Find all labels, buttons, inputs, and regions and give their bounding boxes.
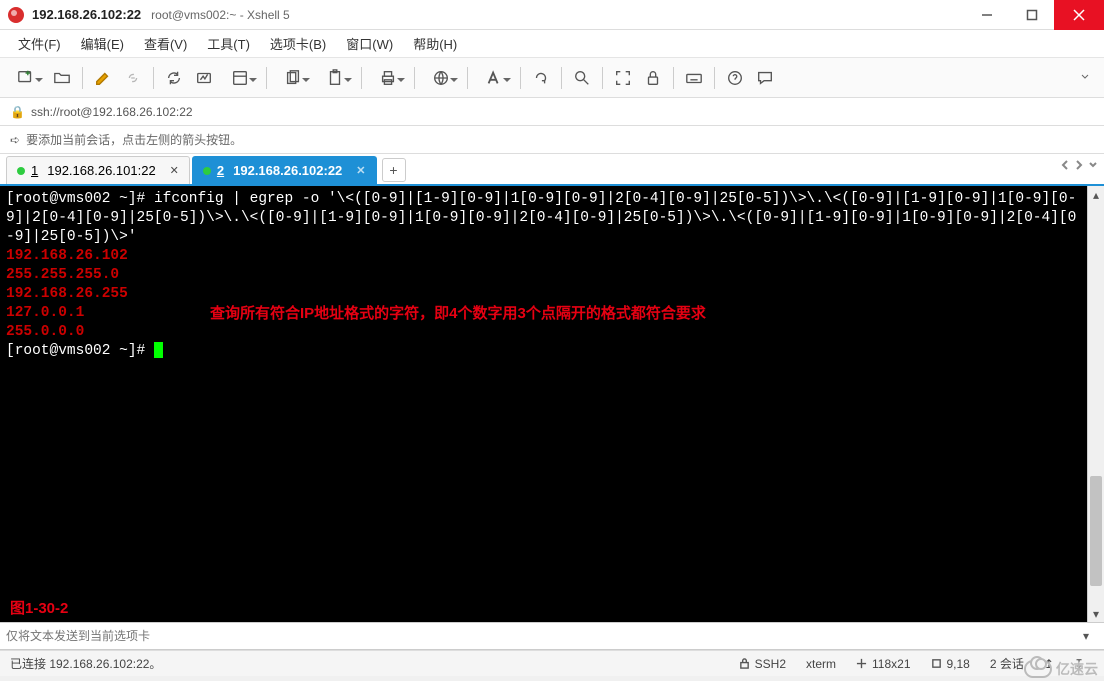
output-line: 127.0.0.1 [6, 305, 84, 321]
window-title-suffix: root@vms002:~ - Xshell 5 [151, 8, 290, 22]
menu-tools[interactable]: 工具(T) [197, 30, 260, 57]
send-input[interactable] [6, 629, 1074, 643]
tab-label: 192.168.26.102:22 [233, 163, 342, 178]
close-button[interactable] [1054, 0, 1104, 30]
cloud-icon [1024, 660, 1052, 678]
lock-icon: 🔒 [10, 105, 25, 119]
open-button[interactable] [48, 64, 76, 92]
menu-edit[interactable]: 编辑(E) [71, 30, 134, 57]
tab-label: 192.168.26.101:22 [47, 163, 155, 178]
window-title-ip: 192.168.26.102:22 [32, 7, 141, 22]
copy-button[interactable] [273, 64, 313, 92]
edit-button[interactable] [89, 64, 117, 92]
hint-text: 要添加当前会话，点击左侧的箭头按钮。 [26, 131, 242, 148]
cursor [154, 342, 163, 358]
annotation-text: 查询所有符合IP地址格式的字符，即4个数字用3个点隔开的格式都符合要求 [210, 304, 706, 323]
scrollbar[interactable]: ▴ ▾ [1087, 186, 1104, 622]
menu-view[interactable]: 查看(V) [134, 30, 197, 57]
status-connection: 已连接 192.168.26.102:22。 [10, 655, 161, 672]
close-tab-icon[interactable]: ✕ [356, 164, 365, 177]
disconnect-button[interactable] [190, 64, 218, 92]
tab-nav [1060, 160, 1098, 170]
output-line: 255.0.0.0 [6, 324, 84, 340]
menu-file[interactable]: 文件(F) [8, 30, 71, 57]
find-button[interactable] [568, 64, 596, 92]
terminal-wrap: [root@vms002 ~]# ifconfig | egrep -o '\<… [0, 186, 1104, 622]
add-session-arrow-icon[interactable]: ➪ [10, 133, 20, 147]
tab-num: 2 [217, 163, 224, 178]
new-tab-button[interactable]: + [382, 158, 406, 182]
prompt: [root@vms002 ~]# [6, 343, 154, 359]
keyboard-button[interactable] [680, 64, 708, 92]
fullscreen-button[interactable] [609, 64, 637, 92]
tab-menu-icon[interactable] [1088, 160, 1098, 170]
session-tab-1[interactable]: 1 192.168.26.101:22 ✕ [6, 156, 190, 184]
figure-label: 图1-30-2 [10, 599, 68, 618]
tab-prev-icon[interactable] [1060, 160, 1070, 170]
title-bar: 192.168.26.102:22 root@vms002:~ - Xshell… [0, 0, 1104, 30]
watermark-text: 亿速云 [1056, 659, 1098, 679]
address-url[interactable]: ssh://root@192.168.26.102:22 [31, 105, 193, 119]
link-button[interactable] [119, 64, 147, 92]
send-dropdown[interactable]: ▾ [1074, 629, 1098, 643]
command: ifconfig | egrep -o '\<([0-9]|[1-9][0-9]… [6, 191, 1076, 245]
menu-bar: 文件(F) 编辑(E) 查看(V) 工具(T) 选项卡(B) 窗口(W) 帮助(… [0, 30, 1104, 58]
menu-tabs[interactable]: 选项卡(B) [260, 30, 336, 57]
address-bar: 🔒 ssh://root@192.168.26.102:22 [0, 98, 1104, 126]
session-tab-2[interactable]: 2 192.168.26.102:22 ✕ [192, 156, 377, 184]
scroll-thumb[interactable] [1090, 476, 1102, 586]
lock-button[interactable] [639, 64, 667, 92]
scroll-up-icon[interactable]: ▴ [1088, 186, 1104, 203]
properties-button[interactable] [220, 64, 260, 92]
status-protocol: SSH2 [729, 657, 796, 671]
new-session-button[interactable] [6, 64, 46, 92]
close-tab-icon[interactable]: ✕ [170, 164, 179, 177]
tab-next-icon[interactable] [1074, 160, 1084, 170]
minimize-button[interactable] [964, 0, 1009, 30]
prompt: [root@vms002 ~]# [6, 191, 154, 207]
status-cursor-pos: 9,18 [921, 657, 980, 671]
chat-button[interactable] [751, 64, 779, 92]
refresh-button[interactable] [527, 64, 555, 92]
output-line: 192.168.26.102 [6, 248, 128, 264]
menu-window[interactable]: 窗口(W) [336, 30, 403, 57]
tab-num: 1 [31, 163, 38, 178]
font-button[interactable] [474, 64, 514, 92]
toolbar [0, 58, 1104, 98]
toolbar-overflow[interactable] [1080, 71, 1098, 85]
globe-button[interactable] [421, 64, 461, 92]
print-button[interactable] [368, 64, 408, 92]
menu-help[interactable]: 帮助(H) [403, 30, 467, 57]
help-button[interactable] [721, 64, 749, 92]
terminal[interactable]: [root@vms002 ~]# ifconfig | egrep -o '\<… [0, 186, 1087, 622]
output-line: 192.168.26.255 [6, 286, 128, 302]
send-bar: ▾ [0, 622, 1104, 650]
watermark: 亿速云 [1024, 659, 1098, 679]
output-line: 255.255.255.0 [6, 267, 119, 283]
status-dot-icon [203, 167, 211, 175]
app-icon [8, 7, 24, 23]
status-bar: 已连接 192.168.26.102:22。 SSH2 xterm 118x21… [0, 650, 1104, 676]
status-dot-icon [17, 167, 25, 175]
scroll-down-icon[interactable]: ▾ [1088, 605, 1104, 622]
tab-bar: 1 192.168.26.101:22 ✕ 2 192.168.26.102:2… [0, 154, 1104, 186]
reconnect-button[interactable] [160, 64, 188, 92]
status-term-type: xterm [796, 657, 846, 671]
paste-button[interactable] [315, 64, 355, 92]
maximize-button[interactable] [1009, 0, 1054, 30]
status-size: 118x21 [846, 657, 920, 671]
hint-bar: ➪ 要添加当前会话，点击左侧的箭头按钮。 [0, 126, 1104, 154]
